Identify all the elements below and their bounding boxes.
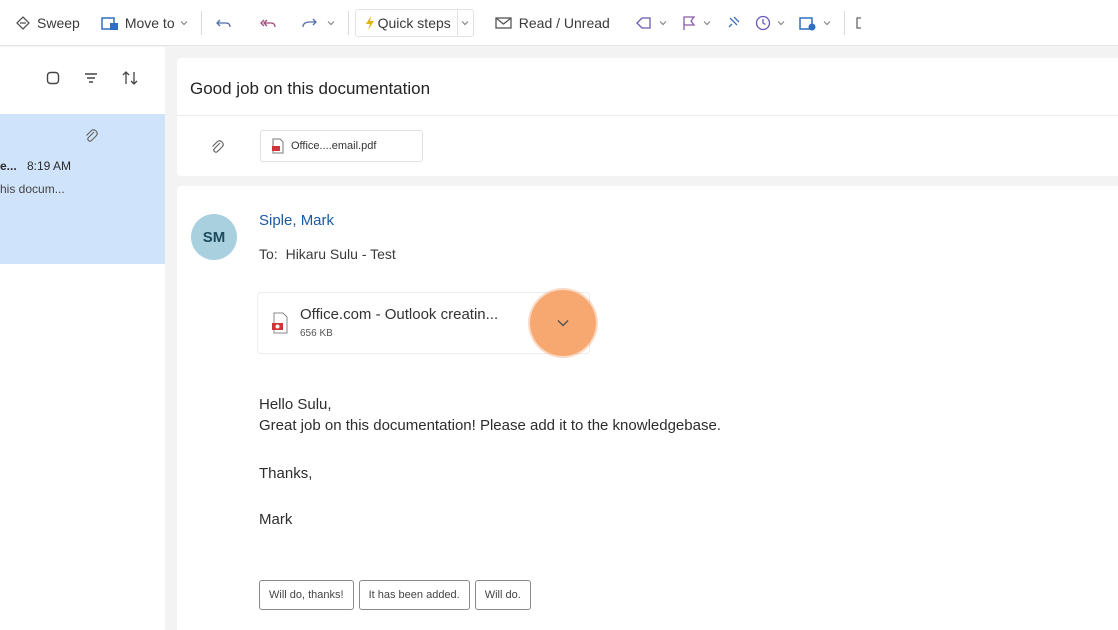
ribbon-divider (843, 10, 845, 35)
undo-icon (215, 19, 231, 27)
body-line: Great job on this documentation! Please … (259, 417, 721, 434)
message-list-item-selected[interactable]: e... 8:19 AM his docum... (0, 114, 165, 264)
conversation-subject: Good job on this documentation (190, 79, 431, 98)
message-list-pane: e... 8:19 AM his docum... (0, 47, 165, 630)
forward-icon (301, 18, 317, 27)
header-attachment-chip[interactable]: Office....email.pdf (260, 130, 423, 162)
attachment-size: 656 KB (300, 328, 333, 339)
read-unread-button[interactable]: Read / Unread (488, 8, 616, 38)
lightning-icon (365, 15, 374, 30)
suggested-reply-button[interactable]: Will do. (474, 580, 531, 610)
read-unread-label: Read / Unread (518, 14, 610, 31)
body-greeting: Hello Sulu, (259, 396, 332, 413)
sort-icon[interactable] (121, 69, 139, 87)
sweep-button[interactable]: Sweep (8, 8, 86, 38)
chevron-down-icon[interactable] (326, 18, 336, 28)
filter-icon[interactable] (83, 70, 99, 86)
recipient-line: To: Hikaru Sulu - Test (259, 246, 396, 262)
envelope-icon (495, 16, 512, 29)
list-item-sender: e... (0, 159, 17, 173)
folder-rules-icon (799, 16, 816, 30)
divider (177, 115, 1118, 116)
body-closing: Thanks, (259, 465, 313, 482)
more-ribbon-button[interactable] (851, 8, 865, 38)
clock-icon (755, 15, 770, 30)
body-signature: Mark (259, 511, 293, 528)
ribbon-divider (347, 10, 349, 35)
header-attachment-name: Office....email.pdf (291, 140, 377, 152)
tag-icon (635, 16, 651, 29)
flag-icon (683, 15, 696, 30)
paperclip-icon (86, 129, 98, 142)
suggested-reply-button[interactable]: Will do, thanks! (259, 580, 354, 610)
sender-avatar[interactable]: SM (191, 214, 237, 260)
forward-button[interactable] (294, 8, 342, 38)
ribbon-divider (200, 10, 202, 35)
paperclip-icon (212, 140, 224, 153)
move-to-label: Move to (124, 14, 175, 31)
categorize-button[interactable] (628, 8, 674, 38)
rules-button[interactable] (792, 8, 838, 38)
message-card: SM Siple, Mark To: Hikaru Sulu - Test Of… (177, 186, 1118, 630)
reply-all-icon (259, 19, 276, 27)
quick-steps-button[interactable]: Quick steps (354, 8, 474, 37)
pin-button[interactable] (718, 8, 748, 38)
chevron-down-icon[interactable] (822, 18, 832, 28)
list-item-time: 8:19 AM (27, 159, 72, 173)
sweep-label: Sweep (37, 14, 80, 31)
message-list-toolbar (0, 47, 165, 109)
conversation-header: Good job on this documentation Office...… (177, 58, 1118, 176)
suggested-replies: Will do, thanks! It has been added. Will… (259, 580, 531, 610)
message-body: Hello Sulu, Great job on this documentat… (259, 394, 721, 436)
suggested-reply-button[interactable]: It has been added. (358, 580, 470, 610)
reply-all-button[interactable] (250, 8, 284, 38)
chevron-down-icon[interactable] (179, 18, 189, 28)
attachment-name: Office.com - Outlook creatin... (300, 306, 499, 323)
snooze-button[interactable] (748, 8, 792, 38)
chevron-down-icon[interactable] (702, 18, 712, 28)
chevron-down-icon[interactable] (776, 18, 786, 28)
quick-steps-label: Quick steps (377, 14, 451, 31)
overflow-icon (856, 16, 861, 29)
pdf-icon (272, 138, 284, 154)
undo-button[interactable] (208, 8, 240, 38)
sweep-icon (16, 15, 30, 30)
attachment-menu-button[interactable] (530, 290, 596, 356)
ribbon-toolbar: Sweep Move to Quick steps Read / Unread (0, 0, 1118, 46)
to-label: To: (259, 246, 278, 262)
pdf-icon (272, 312, 288, 334)
chevron-down-icon[interactable] (658, 18, 668, 28)
pin-icon (728, 16, 740, 27)
recipient-name[interactable]: Hikaru Sulu - Test (286, 246, 396, 262)
chevron-down-icon (557, 319, 569, 327)
list-item-subject: his docum... (0, 182, 65, 196)
quick-steps-dropdown[interactable] (456, 9, 473, 36)
folder-move-icon (101, 16, 118, 30)
select-checkbox-icon[interactable] (45, 70, 61, 86)
move-to-button[interactable]: Move to (94, 8, 195, 38)
sender-name[interactable]: Siple, Mark (259, 212, 334, 229)
chevron-down-icon (461, 20, 469, 25)
flag-button[interactable] (674, 8, 718, 38)
